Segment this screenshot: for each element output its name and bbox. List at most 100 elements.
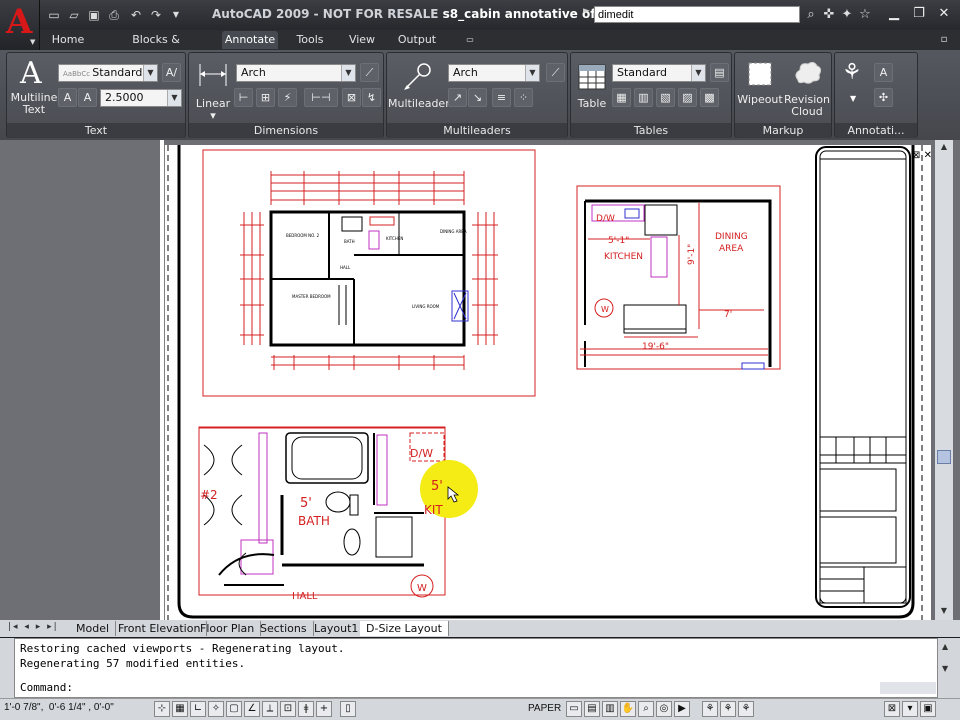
table-extract-icon[interactable]: ▨ <box>678 88 697 107</box>
search-input[interactable] <box>594 6 800 23</box>
annotation-visibility-icon[interactable]: ⚘ <box>720 701 736 717</box>
communication-center-icon[interactable]: ✜ <box>820 6 838 23</box>
command-window-grip[interactable] <box>0 638 14 698</box>
multileader-button[interactable]: Multileader <box>388 58 450 116</box>
text-height-icon[interactable]: A <box>58 88 77 107</box>
multileader-style-manager-icon[interactable]: ⟋ <box>546 63 565 82</box>
sync-scale-icon[interactable]: ✣ <box>874 88 893 107</box>
pan-icon[interactable]: ✋ <box>620 701 636 717</box>
dynamic-input-icon[interactable]: ⊡ <box>280 701 296 717</box>
text-scale-icon[interactable]: A <box>78 88 97 107</box>
add-leader-icon[interactable]: ↗ <box>448 88 467 107</box>
dimension-style-select[interactable]: Arch ▼ <box>236 64 356 82</box>
tab-annotate[interactable]: Annotate <box>222 31 278 49</box>
linear-dimension-button[interactable]: Linear ▾ <box>192 58 234 122</box>
tab-view[interactable]: View <box>342 31 382 49</box>
wipeout-button[interactable]: Wipeout <box>737 58 783 116</box>
dim-jog-icon[interactable]: ↯ <box>362 88 381 107</box>
align-leaders-icon[interactable]: ≡ <box>492 88 511 107</box>
maximize-viewport-icon[interactable]: ▭ <box>566 701 582 717</box>
steering-wheel-icon[interactable]: ◎ <box>656 701 672 717</box>
quick-view-drawings-icon[interactable]: ▥ <box>602 701 618 717</box>
dim-tolerance-icon[interactable]: ⊢⊣ <box>304 88 338 107</box>
restore-button[interactable]: ❐ <box>907 4 931 24</box>
collect-leaders-icon[interactable]: ⁘ <box>514 88 533 107</box>
annotation-scale-icon[interactable]: ⚘ <box>702 701 718 717</box>
auto-add-scale-icon[interactable]: ⚘ <box>738 701 754 717</box>
revision-cloud-button[interactable]: Revision Cloud <box>784 58 830 118</box>
star-icon[interactable]: ☆ <box>856 6 874 23</box>
tab-nav-arrows-icon[interactable]: |◂ ◂ ▸ ▸| <box>8 622 68 636</box>
polar-tracking-icon[interactable]: ✧ <box>208 701 224 717</box>
multiline-text-button[interactable]: A Multiline Text <box>11 56 58 116</box>
tab-layout1[interactable]: Layout1 <box>308 621 366 636</box>
ribbon-minimize-icon[interactable]: ▫ <box>936 31 952 49</box>
add-scale-icon[interactable]: A <box>874 63 893 82</box>
layout-sheet[interactable]: BEDROOM NO. 2 MASTER BEDROOM LIVING ROOM… <box>164 145 931 622</box>
object-snap-tracking-icon[interactable]: ∠ <box>244 701 260 717</box>
showmotion-icon[interactable]: ▶ <box>674 701 690 717</box>
dim-inspect-icon[interactable]: ⊠ <box>342 88 361 107</box>
annotation-scale-button[interactable]: ⚘ ▼ <box>838 60 870 110</box>
minimize-button[interactable]: ▁ <box>882 4 906 24</box>
scroll-down-icon[interactable]: ▼ <box>937 606 951 618</box>
zoom-icon[interactable]: ⌕ <box>638 701 654 717</box>
clean-screen-icon[interactable]: ▣ <box>920 701 936 717</box>
space-toggle[interactable]: PAPER <box>528 703 561 714</box>
quick-properties-icon[interactable]: + <box>316 701 332 717</box>
command-hscroll[interactable] <box>880 682 936 694</box>
table-data-link-icon[interactable]: ▧ <box>656 88 675 107</box>
close-viewport-icon[interactable]: ⊠ ✕ <box>912 150 932 164</box>
tab-floor-plan[interactable]: Floor Plan <box>194 621 262 636</box>
dynamic-ucs-icon[interactable]: ⟂ <box>262 701 278 717</box>
new-icon[interactable]: ▭ <box>46 8 62 22</box>
tab-output[interactable]: Output <box>392 31 442 49</box>
undo-icon[interactable]: ↶ <box>128 8 144 22</box>
text-style-select[interactable]: AaBbCc Standard ▼ <box>58 64 158 82</box>
grid-display-icon[interactable]: ▦ <box>172 701 188 717</box>
scroll-up-icon[interactable]: ▲ <box>937 142 951 154</box>
table-merge-icon[interactable]: ▥ <box>634 88 653 107</box>
status-menu-icon[interactable]: ▯ <box>340 701 356 717</box>
tab-sections[interactable]: Sections <box>254 621 314 636</box>
application-menu-button[interactable]: A ▼ <box>0 0 40 50</box>
close-button[interactable]: ✕ <box>932 4 956 24</box>
drawing-canvas[interactable]: BEDROOM NO. 2 MASTER BEDROOM LIVING ROOM… <box>164 145 931 622</box>
search-icon[interactable]: ⌕ <box>802 6 820 23</box>
plot-icon[interactable]: ⎙ <box>106 8 122 22</box>
redo-icon[interactable]: ↷ <box>148 8 164 22</box>
table-update-icon[interactable]: ▩ <box>700 88 719 107</box>
scroll-up-icon[interactable]: ▲ <box>942 642 948 651</box>
chevron-down-icon[interactable]: ▼ <box>168 8 184 22</box>
snap-mode-icon[interactable]: ⊹ <box>154 701 170 717</box>
open-icon[interactable]: ▱ <box>66 8 82 22</box>
coordinates-readout[interactable]: 1'-0 7/8", 0'-6 1/4" , 0'-0" <box>4 702 114 713</box>
dim-continue-icon[interactable]: ⊢ <box>234 88 253 107</box>
tab-model[interactable]: Model <box>70 621 117 636</box>
table-button[interactable]: Table <box>574 58 610 116</box>
command-input[interactable] <box>80 682 880 695</box>
table-cell-icon[interactable]: ▦ <box>612 88 631 107</box>
lineweight-icon[interactable]: ǂ <box>298 701 314 717</box>
tab-d-size-layout[interactable]: D-Size Layout <box>360 621 449 636</box>
dimension-style-manager-icon[interactable]: ⟋ <box>360 63 379 82</box>
dim-break-icon[interactable]: ⚡ <box>278 88 297 107</box>
ortho-mode-icon[interactable]: ∟ <box>190 701 206 717</box>
tab-tools[interactable]: Tools <box>288 31 332 49</box>
text-style-manager-icon[interactable]: A/ <box>162 63 181 82</box>
tab-blocks-references[interactable]: Blocks & References <box>100 31 212 64</box>
table-style-manager-icon[interactable]: ▤ <box>710 63 729 82</box>
toolbar-lock-icon[interactable]: ⊠ <box>884 701 900 717</box>
favorites-icon[interactable]: ✦ <box>838 6 856 23</box>
vertical-scrollbar[interactable]: ▼ ▲ <box>935 140 953 620</box>
status-options-icon[interactable]: ▾ <box>902 701 918 717</box>
save-icon[interactable]: ▣ <box>86 8 102 22</box>
scroll-thumb[interactable] <box>937 450 951 464</box>
table-style-select[interactable]: Standard ▼ <box>612 64 706 82</box>
ribbon-options-icon[interactable]: ▭ <box>462 31 478 49</box>
remove-leader-icon[interactable]: ↘ <box>468 88 487 107</box>
tab-home[interactable]: Home <box>46 31 90 49</box>
text-height-select[interactable]: 2.5000 ▼ <box>100 89 182 107</box>
scroll-down-icon[interactable]: ▼ <box>942 664 948 673</box>
quick-view-layouts-icon[interactable]: ▤ <box>584 701 600 717</box>
